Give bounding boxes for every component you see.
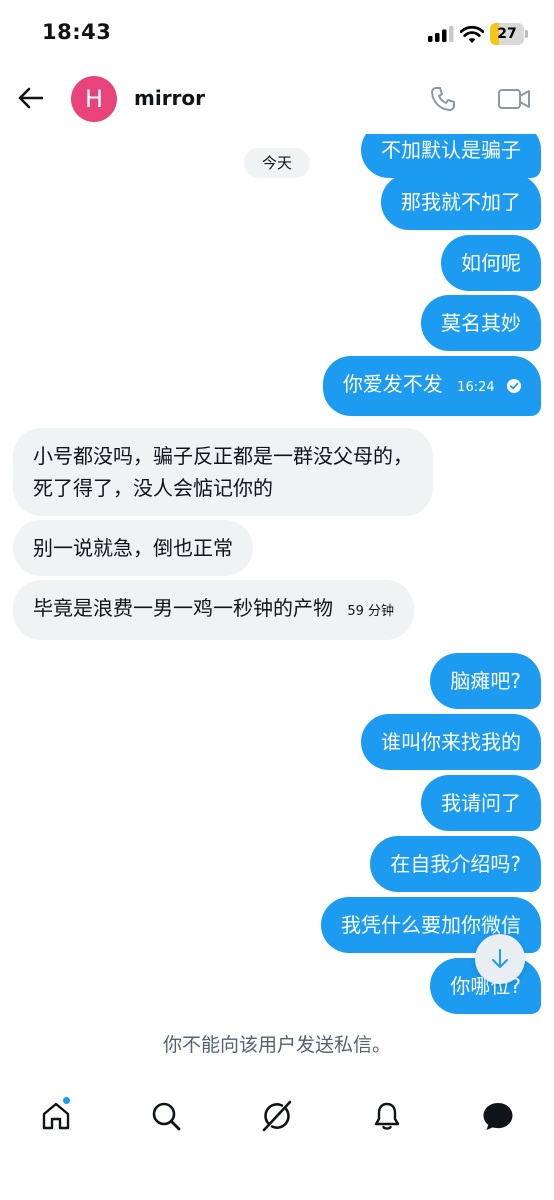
nav-search[interactable] — [146, 1096, 186, 1136]
contact-name[interactable]: mirror — [134, 86, 205, 110]
message-text: 我凭什么要加你微信 — [341, 913, 521, 937]
video-call-button[interactable] — [494, 82, 534, 116]
message-text: 不加默认是骗子 — [381, 138, 521, 162]
message-bubble-outgoing[interactable]: 我请问了 — [421, 775, 541, 831]
back-button[interactable] — [12, 80, 48, 116]
arrow-down-icon — [492, 949, 508, 968]
message-text: 谁叫你来找我的 — [381, 730, 521, 754]
search-icon — [152, 1102, 181, 1131]
message-text: 莫名其妙 — [441, 311, 521, 335]
message-text: 脑瘫吧? — [450, 669, 521, 693]
messages-icon — [483, 1103, 513, 1130]
battery-percentage: 27 — [497, 26, 517, 42]
message-text: 如何呢 — [461, 251, 521, 275]
bottom-navigation — [0, 1080, 554, 1152]
message-bubble-outgoing[interactable]: 如何呢 — [441, 235, 541, 291]
message-bubble-incoming[interactable]: 毕竟是浪费一男一鸡一秒钟的产物 59 分钟 — [13, 580, 415, 640]
wifi-icon — [460, 25, 484, 43]
message-text: 那我就不加了 — [401, 190, 521, 214]
grok-icon — [262, 1100, 292, 1132]
status-bar: 18:43 27 — [0, 0, 554, 62]
message-list[interactable]: 不加默认是骗子 今天 那我就不加了 如何呢 莫名其妙 你爱发不发 16:24 小… — [0, 134, 554, 1014]
message-bubble-incoming[interactable]: 小号都没吗，骗子反正都是一群没父母的， 死了得了，没人会惦记你的 — [13, 428, 433, 516]
avatar[interactable]: H — [71, 76, 117, 122]
bell-icon — [374, 1102, 400, 1130]
phone-icon — [431, 87, 455, 111]
message-text: 别一说就急，倒也正常 — [33, 536, 233, 560]
message-timestamp: 59 分钟 — [347, 604, 395, 619]
message-bubble-incoming[interactable]: 别一说就急，倒也正常 — [13, 520, 253, 576]
message-bubble-outgoing[interactable]: 那我就不加了 — [381, 174, 541, 230]
read-receipt-icon — [507, 379, 521, 393]
arrow-left-icon — [18, 87, 44, 109]
message-text: 你爱发不发 — [342, 372, 443, 396]
battery-indicator: 27 — [490, 23, 528, 45]
message-text: 我请问了 — [441, 791, 521, 815]
cellular-signal-icon — [428, 26, 454, 42]
notification-dot — [62, 1096, 71, 1105]
nav-notifications[interactable] — [367, 1096, 407, 1136]
scroll-to-bottom-button[interactable] — [475, 934, 525, 984]
message-text-line: 死了得了，没人会惦记你的 — [33, 476, 273, 500]
conversation-header: H mirror — [0, 62, 554, 134]
nav-grok[interactable] — [257, 1096, 297, 1136]
message-bubble-outgoing[interactable]: 莫名其妙 — [421, 295, 541, 351]
cannot-message-notice: 你不能向该用户发送私信。 — [162, 1034, 391, 1056]
message-text-line: 小号都没吗，骗子反正都是一群没父母的， — [33, 444, 413, 468]
nav-messages[interactable] — [478, 1096, 518, 1136]
avatar-letter: H — [84, 85, 104, 113]
message-timestamp: 16:24 — [457, 380, 495, 395]
message-bubble-outgoing[interactable]: 谁叫你来找我的 — [361, 714, 541, 770]
message-bubble-outgoing[interactable]: 在自我介绍吗? — [370, 836, 541, 892]
message-text: 在自我介绍吗? — [390, 852, 521, 876]
message-bubble-outgoing[interactable]: 你爱发不发 16:24 — [322, 356, 541, 416]
message-bubble-outgoing[interactable]: 脑瘫吧? — [430, 653, 541, 709]
status-time: 18:43 — [42, 20, 112, 44]
video-camera-icon — [498, 89, 530, 109]
nav-home[interactable] — [36, 1096, 76, 1136]
message-bubble-outgoing[interactable]: 不加默认是骗子 — [361, 134, 541, 178]
message-text: 毕竟是浪费一男一鸡一秒钟的产物 — [33, 596, 333, 620]
voice-call-button[interactable] — [426, 82, 460, 116]
date-separator: 今天 — [244, 148, 310, 178]
